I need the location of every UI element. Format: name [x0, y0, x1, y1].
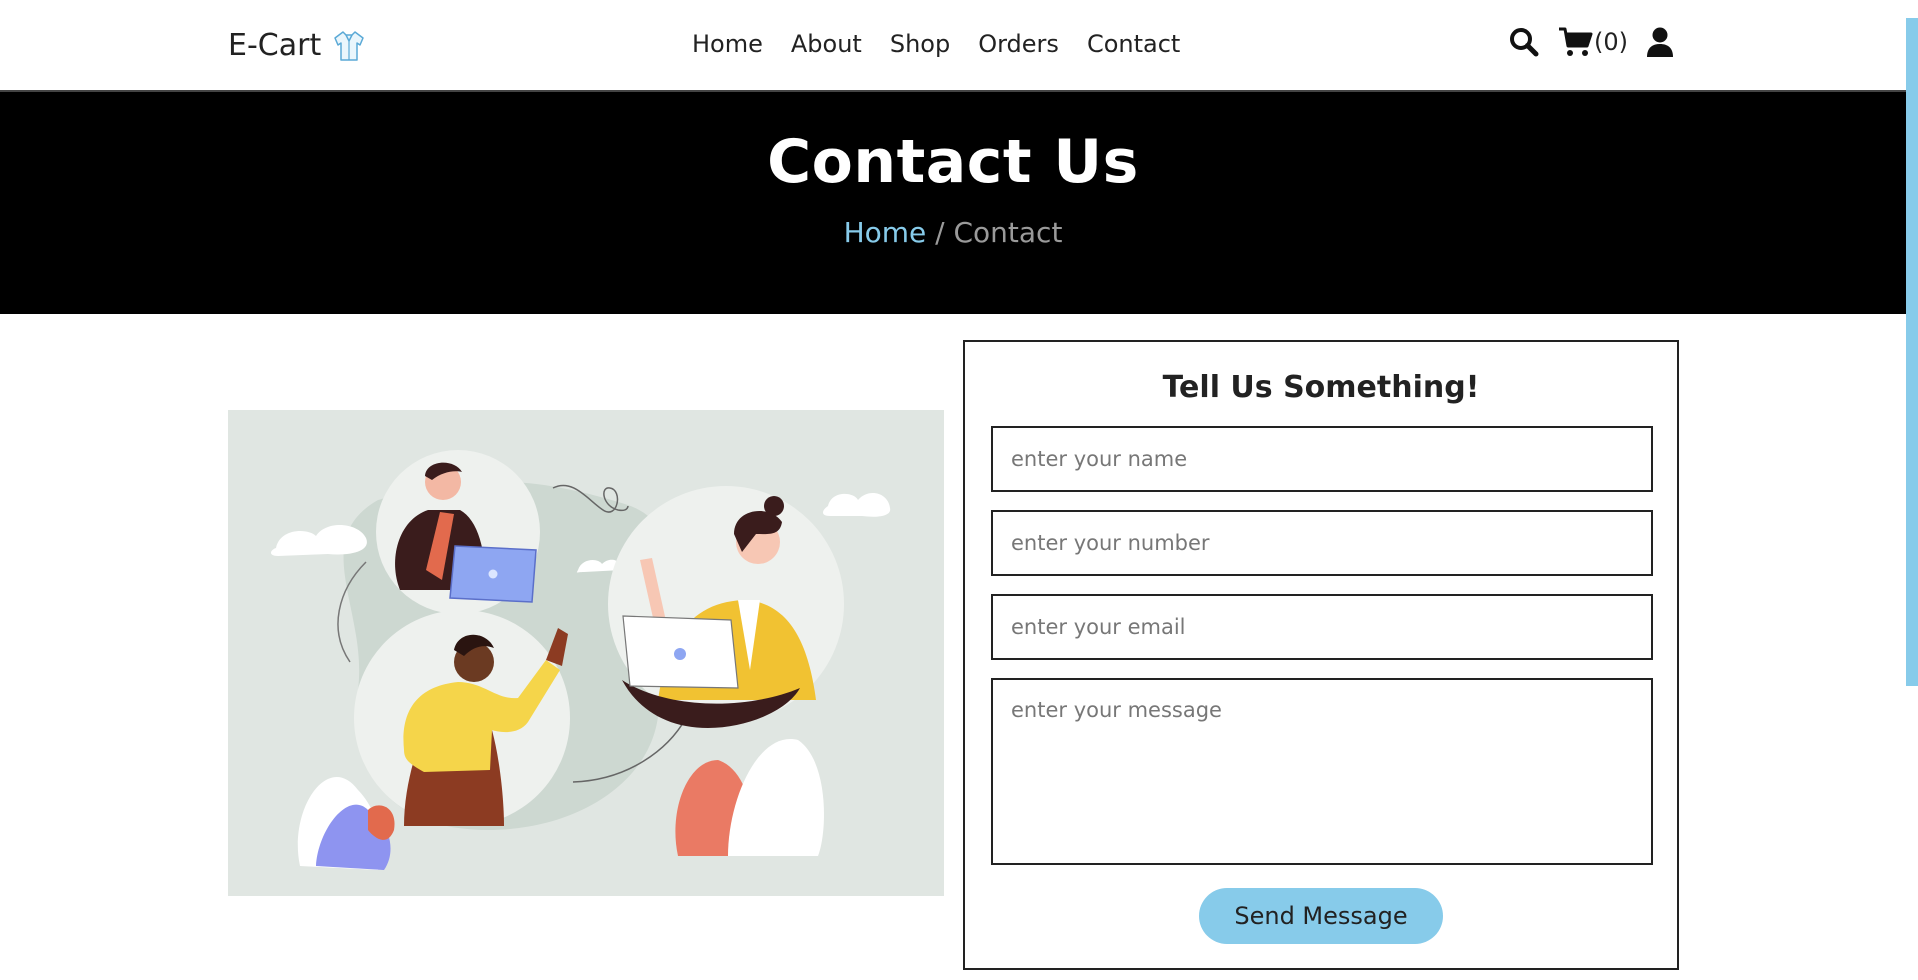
contact-form: Tell Us Something! Send Message	[963, 340, 1679, 970]
cart-count: (0)	[1594, 28, 1628, 56]
form-title: Tell Us Something!	[1162, 370, 1480, 405]
message-field[interactable]	[991, 678, 1653, 865]
brand-name: E-Cart	[228, 28, 322, 63]
site-header: E-Cart Home About Shop Orders Contact (0…	[0, 0, 1906, 92]
account-button[interactable]	[1646, 26, 1674, 58]
number-field[interactable]	[991, 510, 1653, 576]
breadcrumb: Home / Contact	[0, 216, 1906, 249]
header-icons: (0)	[1508, 26, 1674, 58]
main-nav: Home About Shop Orders Contact	[692, 30, 1180, 58]
brand-logo[interactable]: E-Cart	[228, 28, 367, 63]
page-hero: Contact Us Home / Contact	[0, 92, 1906, 314]
team-communication-illustration	[271, 450, 891, 870]
cart-icon	[1559, 27, 1593, 56]
email-field[interactable]	[991, 594, 1653, 660]
nav-about[interactable]: About	[791, 30, 862, 58]
shirt-logo-icon	[334, 30, 364, 61]
cart-button[interactable]: (0)	[1558, 26, 1628, 58]
breadcrumb-home-link[interactable]: Home	[844, 216, 927, 249]
breadcrumb-current: Contact	[953, 216, 1063, 249]
name-field[interactable]	[991, 426, 1653, 492]
send-message-button[interactable]: Send Message	[1199, 888, 1443, 944]
contact-illustration	[228, 410, 944, 896]
breadcrumb-separator: /	[926, 216, 954, 249]
nav-orders[interactable]: Orders	[978, 30, 1059, 58]
nav-shop[interactable]: Shop	[890, 30, 950, 58]
page-scrollbar[interactable]	[1906, 18, 1918, 686]
nav-home[interactable]: Home	[692, 30, 763, 58]
user-icon	[1647, 27, 1673, 57]
search-button[interactable]	[1508, 26, 1540, 58]
nav-contact[interactable]: Contact	[1087, 30, 1180, 58]
page-title: Contact Us	[767, 127, 1139, 197]
search-icon	[1510, 28, 1539, 57]
